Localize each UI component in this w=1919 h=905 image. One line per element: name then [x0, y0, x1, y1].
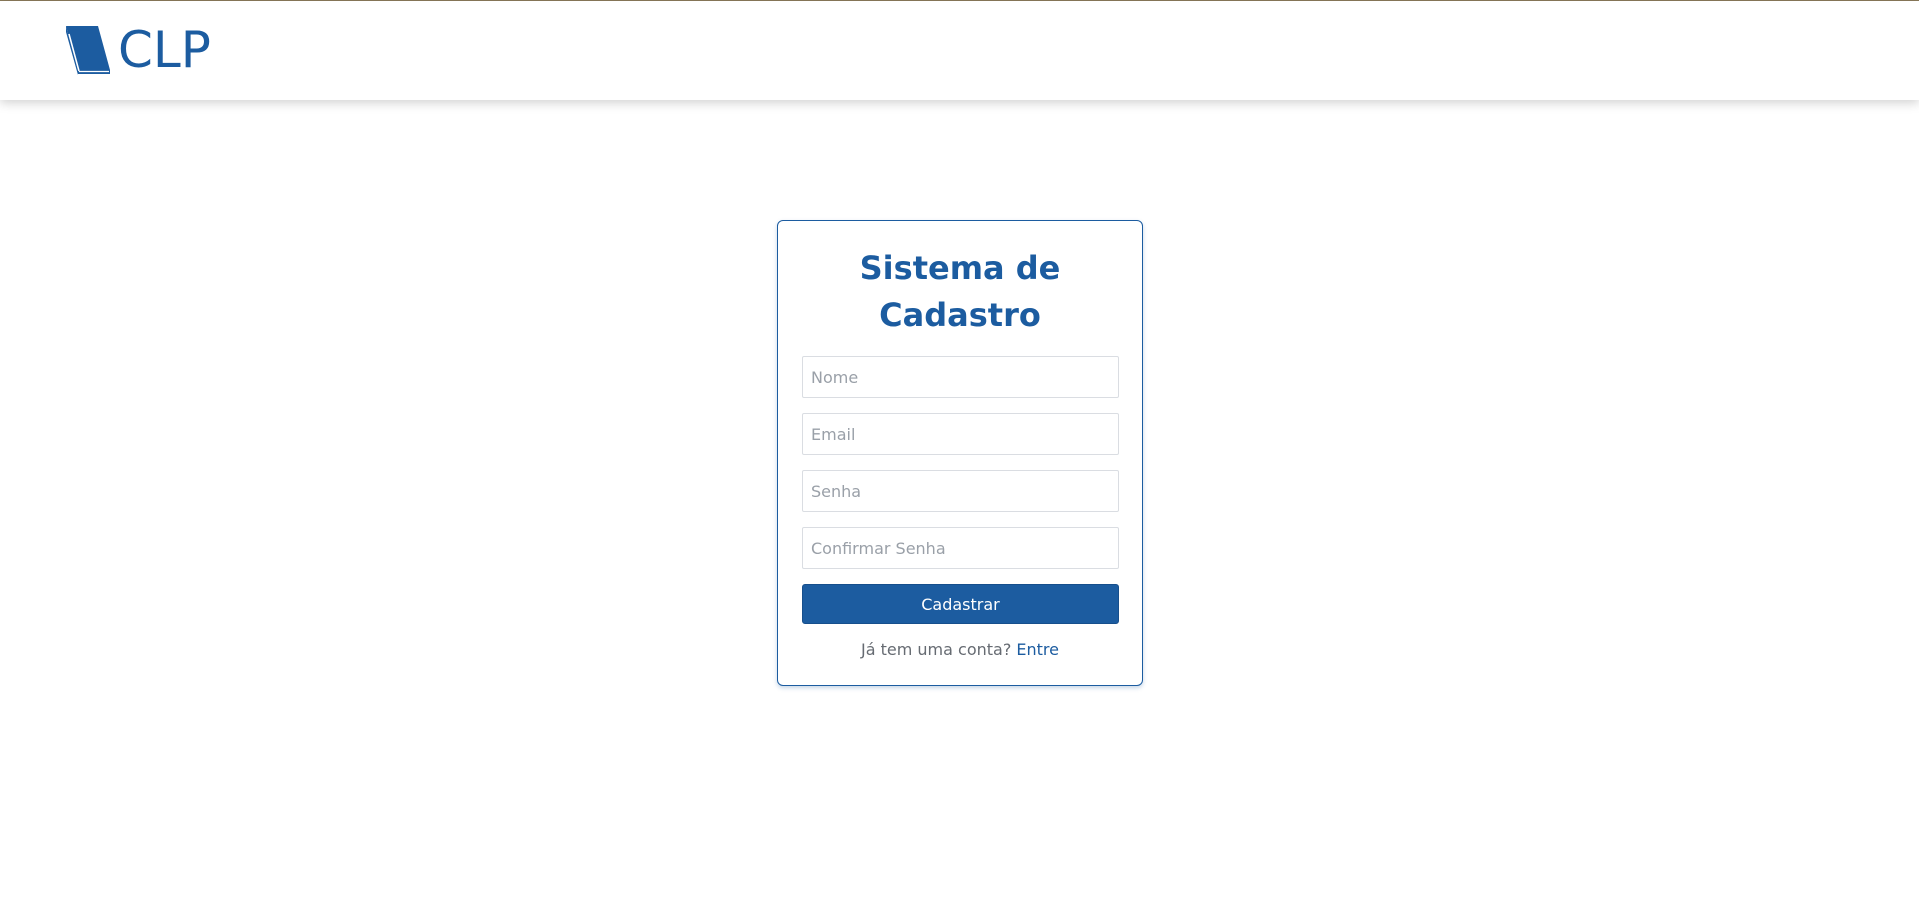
login-prompt-text: Já tem uma conta? [861, 640, 1012, 659]
email-input[interactable] [802, 413, 1119, 455]
password-input[interactable] [802, 470, 1119, 512]
signup-card: Sistema de Cadastro Cadastrar Já tem uma… [777, 220, 1143, 686]
register-button[interactable]: Cadastrar [802, 584, 1119, 624]
login-link[interactable]: Entre [1016, 640, 1059, 659]
top-navbar: CLP [0, 1, 1919, 100]
form-title-line-1: Sistema de [859, 249, 1061, 287]
login-prompt-line: Já tem uma conta? Entre [778, 640, 1142, 659]
book-icon [66, 26, 110, 75]
confirm-password-input[interactable] [802, 527, 1119, 569]
form-title-line-2: Cadastro [879, 296, 1041, 334]
form-title: Sistema de Cadastro [778, 245, 1142, 339]
brand-name: CLP [118, 21, 211, 79]
brand-link[interactable]: CLP [62, 24, 211, 76]
name-input[interactable] [802, 356, 1119, 398]
